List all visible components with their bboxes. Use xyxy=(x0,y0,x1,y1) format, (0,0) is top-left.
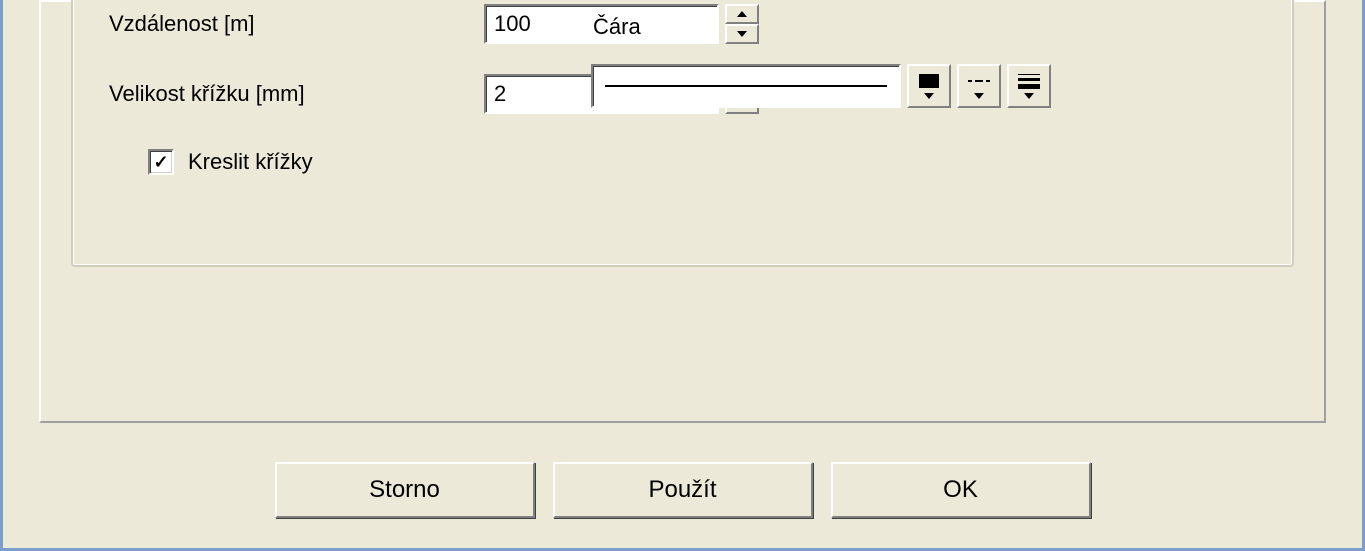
ok-button-label: OK xyxy=(943,476,978,504)
distance-spin-buttons xyxy=(725,4,759,44)
distance-spin-up[interactable] xyxy=(725,4,759,24)
checkmark-icon: ✓ xyxy=(153,153,168,171)
dialog-button-bar: Storno Použít OK xyxy=(3,462,1362,518)
chevron-down-icon xyxy=(974,93,984,99)
line-color-dropdown[interactable] xyxy=(907,64,951,108)
line-style-dropdown[interactable] xyxy=(957,64,1001,108)
line-width-dropdown[interactable] xyxy=(1007,64,1051,108)
line-style-row xyxy=(591,64,1051,108)
content-panel: Vzdálenost [m] Čára Velikost křížku [mm] xyxy=(39,0,1326,423)
dash-style-icon xyxy=(968,75,990,87)
chevron-down-icon xyxy=(1024,93,1034,99)
distance-spin-down[interactable] xyxy=(725,24,759,44)
draw-crosses-checkbox[interactable]: ✓ xyxy=(148,149,174,175)
cancel-button[interactable]: Storno xyxy=(275,462,535,518)
settings-group: Vzdálenost [m] Čára Velikost křížku [mm] xyxy=(71,0,1294,267)
cancel-button-label: Storno xyxy=(369,476,440,504)
draw-crosses-row: ✓ Kreslit křížky xyxy=(148,149,313,175)
apply-button[interactable]: Použít xyxy=(553,462,813,518)
cross-size-label: Velikost křížku [mm] xyxy=(109,81,484,107)
color-swatch-icon xyxy=(919,74,939,88)
draw-crosses-label: Kreslit křížky xyxy=(188,149,313,175)
chevron-down-icon xyxy=(924,93,934,99)
apply-button-label: Použít xyxy=(648,476,716,504)
distance-label: Vzdálenost [m] xyxy=(109,11,484,37)
ok-button[interactable]: OK xyxy=(831,462,1091,518)
line-width-icon xyxy=(1018,74,1040,89)
line-label: Čára xyxy=(593,14,641,40)
line-sample-icon xyxy=(605,85,887,87)
dialog-window: Vzdálenost [m] Čára Velikost křížku [mm] xyxy=(0,0,1365,551)
distance-row: Vzdálenost [m] xyxy=(109,4,759,44)
line-preview[interactable] xyxy=(591,64,901,108)
chevron-up-icon xyxy=(737,11,747,17)
chevron-down-icon xyxy=(737,31,747,37)
